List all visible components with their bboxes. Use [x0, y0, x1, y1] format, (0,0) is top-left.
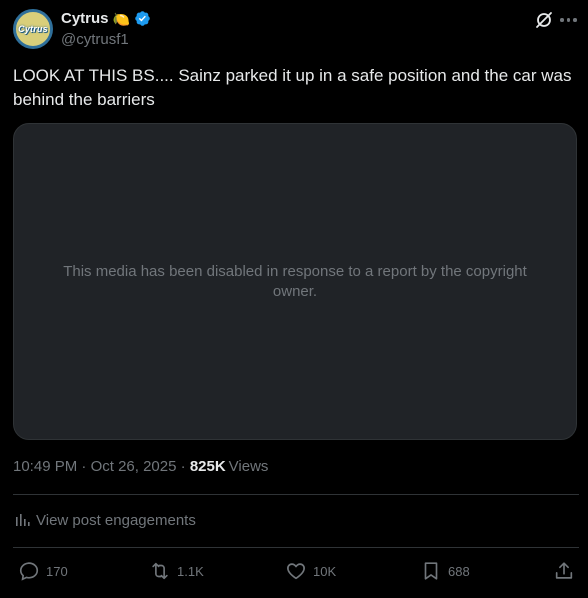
avatar-text: Cytrus [18, 24, 48, 34]
bookmark-count: 688 [448, 563, 470, 579]
bookmark-button[interactable]: 688 [420, 560, 470, 582]
media-disabled-message: This media has been disabled in response… [63, 262, 527, 300]
author-handle[interactable]: @cytrusf1 [61, 31, 129, 48]
view-engagements-link[interactable]: View post engagements [13, 511, 196, 529]
view-engagements-label: View post engagements [36, 511, 196, 529]
verified-icon [135, 11, 150, 26]
repost-button[interactable]: 1.1K [149, 560, 204, 582]
reply-icon [19, 562, 39, 581]
more-icon[interactable] [560, 14, 578, 26]
author-display-name[interactable]: Cytrus [61, 10, 109, 27]
grok-icon[interactable] [534, 10, 554, 30]
repost-count: 1.1K [177, 563, 204, 579]
analytics-icon [16, 514, 30, 526]
tweet-date[interactable]: Oct 26, 2025 [91, 458, 177, 475]
tweet-time[interactable]: 10:49 PM [13, 458, 77, 475]
share-icon [555, 562, 573, 579]
divider [13, 547, 579, 548]
like-count: 10K [313, 563, 337, 579]
repost-icon [152, 562, 168, 580]
like-button[interactable]: 10K [285, 560, 336, 582]
media-placeholder: This media has been disabled in response… [13, 123, 577, 440]
tweet-meta: 10:49 PM · Oct 26, 2025 · 825K Views [13, 458, 268, 475]
like-icon [287, 563, 305, 580]
meta-separator: · [176, 458, 190, 475]
author-name-row: Cytrus 🍋 [61, 10, 151, 27]
action-bar: 170 1.1K 10K 688 [0, 560, 588, 584]
divider [13, 494, 579, 495]
tweet-text: LOOK AT THIS BS.... Sainz parked it up i… [13, 66, 572, 109]
reply-button[interactable]: 170 [18, 560, 68, 582]
author-emoji: 🍋 [112, 10, 130, 27]
avatar[interactable]: Cytrus [13, 9, 53, 49]
views-label: Views [228, 458, 269, 475]
bookmark-icon [424, 562, 438, 580]
reply-count: 170 [46, 563, 68, 579]
views-count: 825K [189, 458, 226, 475]
meta-separator: · [77, 458, 91, 475]
share-button[interactable] [553, 560, 575, 582]
